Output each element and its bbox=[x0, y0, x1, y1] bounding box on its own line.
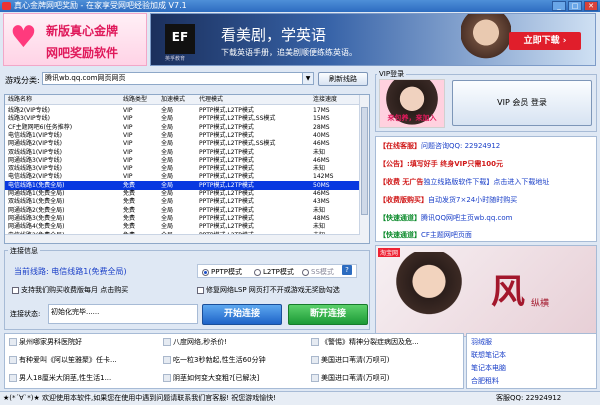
header-proxy[interactable]: 代理模式 bbox=[199, 95, 311, 105]
info-item[interactable]: 【收费版购买】自动发货7×24小时随时购买 bbox=[379, 195, 517, 205]
status-label: 连接状态: bbox=[10, 310, 41, 318]
news-item[interactable]: 阴茎如何变大变粗?[已解决] bbox=[163, 373, 259, 383]
statusbar-message: ★(*´∀`*)★ 欢迎使用本软件,如果您在使用中遇到问题请联系我们官客服! 祝… bbox=[3, 394, 277, 402]
filter-label: 游戏分类: bbox=[5, 76, 40, 85]
window-controls: _ □ ✕ bbox=[552, 1, 598, 11]
statusbar-qq: 客服QQ: 22924912 bbox=[496, 394, 562, 402]
thumbnail-icon bbox=[9, 356, 17, 364]
link-item[interactable]: 联想笔记本 bbox=[471, 350, 506, 360]
banner-left-line1: 新版真心金牌 bbox=[46, 24, 119, 38]
thumbnail-icon bbox=[9, 374, 17, 382]
banner-left-ad[interactable]: ♥ 新版真心金牌 网吧奖励软件 bbox=[3, 13, 147, 66]
news-item[interactable]: 男人18厘米大阴茎,性生活1... bbox=[9, 373, 111, 383]
header-accel[interactable]: 加速模式 bbox=[161, 95, 197, 105]
maximize-button[interactable]: □ bbox=[568, 1, 582, 11]
radio-dot bbox=[302, 268, 309, 276]
header-name[interactable]: 线路名称 bbox=[8, 95, 118, 105]
chevron-down-icon[interactable]: ▼ bbox=[302, 73, 313, 84]
news-item[interactable]: 美国进口苇清(万呗可) bbox=[311, 373, 389, 383]
ad-subtext: 下载英语手册，追美剧顺便练练英语。 bbox=[221, 48, 357, 57]
news-item[interactable]: 美国进口苇清(万呗可) bbox=[311, 355, 389, 365]
thumbnail-icon bbox=[163, 356, 171, 364]
side-ad-image bbox=[394, 252, 464, 336]
connection-group-title: 连接信息 bbox=[8, 246, 40, 256]
thumbnail-icon bbox=[311, 338, 319, 346]
news-item[interactable]: 有种爱叫《阿以笙雅聚》任卡... bbox=[9, 355, 117, 365]
side-ad-subtitle: 纵横 bbox=[531, 299, 550, 309]
header-speed[interactable]: 连接速度 bbox=[313, 95, 359, 105]
ad-headline: 看美剧，学英语 bbox=[221, 26, 327, 44]
radio-dot bbox=[202, 268, 209, 276]
checkbox-box bbox=[197, 286, 204, 294]
vip-login-button[interactable]: VIP 会员 登录 bbox=[452, 80, 592, 126]
info-item[interactable]: 【在线客服】问题咨询QQ: 22924912 bbox=[379, 141, 500, 151]
banner-right-ad[interactable]: EF 英孚教育 看美剧，学英语 下载英语手册，追美剧顺便练练英语。 立即下载 › bbox=[150, 13, 596, 66]
taobao-logo: 淘宝网 bbox=[378, 248, 401, 257]
radio-pptp-label: PPTP模式 bbox=[211, 268, 242, 276]
vertical-scrollbar[interactable] bbox=[359, 95, 369, 243]
news-item[interactable]: 《警惕》精神分裂症病因及危... bbox=[311, 337, 419, 347]
link-item[interactable]: 合肥租料 bbox=[471, 376, 499, 386]
thumbnail-icon bbox=[9, 338, 17, 346]
info-item[interactable]: 【快速通道】CF主题网吧页面 bbox=[379, 230, 472, 240]
header-type[interactable]: 线路类型 bbox=[123, 95, 159, 105]
game-category-select[interactable]: 腾讯wb.qq.com网页网页 ▼ bbox=[42, 72, 314, 85]
link-item[interactable]: 羽绒服 bbox=[471, 337, 492, 347]
ef-logo-sub: 英孚教育 bbox=[165, 56, 186, 62]
radio-dot bbox=[254, 268, 261, 276]
radio-ss[interactable]: SS模式 bbox=[302, 267, 334, 277]
link-item[interactable]: 笔记本电脑 bbox=[471, 363, 506, 373]
heart-icon: ♥ bbox=[10, 20, 37, 55]
minimize-button[interactable]: _ bbox=[552, 1, 566, 11]
side-ad[interactable]: 淘宝网 风 纵横 bbox=[375, 245, 597, 337]
side-ad-title: 风 bbox=[491, 272, 525, 312]
thumbnail-icon bbox=[311, 374, 319, 382]
ef-logo: EF bbox=[165, 24, 195, 54]
repair-lsp-label: 修复网络LSP 网页打不开或游戏无奖励勾选 bbox=[206, 286, 340, 294]
proxy-mode-group: PPTP模式 L2TP模式 SS模式 bbox=[197, 264, 357, 278]
vip-group-title: VIP登录 bbox=[377, 69, 407, 79]
thumbnail-icon bbox=[311, 356, 319, 364]
radio-l2tp-label: L2TP模式 bbox=[263, 268, 294, 276]
app-icon bbox=[2, 2, 11, 10]
info-item[interactable]: 【公告】:填写好手 终身VIP只需100元 bbox=[379, 159, 503, 169]
title-bar: 真心金牌网吧奖励 - 在家享受网吧经验加成 V7.1 bbox=[0, 0, 600, 12]
horizontal-scrollbar[interactable] bbox=[5, 234, 360, 243]
news-item[interactable]: 八度网络,秒杀价! bbox=[163, 337, 227, 347]
buy-checkbox[interactable]: 支持我们购买收费版每月 点击购买 bbox=[12, 285, 128, 295]
refresh-lines-button[interactable]: 刷新线路 bbox=[318, 72, 368, 86]
status-bar: ★(*´∀`*)★ 欢迎使用本软件,如果您在使用中遇到问题请联系我们官客服! 祝… bbox=[0, 391, 600, 405]
news-item[interactable]: 泉州哪家男科医院好 bbox=[9, 337, 82, 347]
table-header: 线路名称 线路类型 加速模式 代理模式 连接速度 bbox=[5, 95, 360, 105]
checkbox-box bbox=[12, 286, 19, 294]
info-panel: 【在线客服】问题咨询QQ: 22924912 【公告】:填写好手 终身VIP只需… bbox=[375, 136, 597, 242]
news-item[interactable]: 吃一粒3秒勃起,性生活60分钟 bbox=[163, 355, 266, 365]
game-category-value: 腾讯wb.qq.com网页网页 bbox=[45, 74, 126, 82]
radio-ss-label: SS模式 bbox=[311, 268, 334, 276]
info-item[interactable]: 【快速通道】腾讯QQ网吧主页wb.qq.com bbox=[379, 213, 512, 223]
radio-l2tp[interactable]: L2TP模式 bbox=[254, 267, 294, 277]
window-title: 真心金牌网吧奖励 - 在家享受网吧经验加成 V7.1 bbox=[14, 1, 187, 10]
start-connect-button[interactable]: 开始连接 bbox=[202, 304, 282, 325]
banner-left-line2: 网吧奖励软件 bbox=[46, 46, 119, 60]
close-button[interactable]: ✕ bbox=[584, 1, 598, 11]
help-icon[interactable]: ? bbox=[342, 265, 352, 275]
info-item[interactable]: 【收费 无广告独立线路版软件下载】点击进入下载地址 bbox=[379, 177, 549, 187]
disconnect-button[interactable]: 断开连接 bbox=[288, 304, 368, 325]
scroll-thumb[interactable] bbox=[361, 107, 368, 215]
thumbnail-icon bbox=[163, 374, 171, 382]
vip-promo-text: 来包养，来加入 bbox=[387, 114, 437, 122]
ad-person-image bbox=[461, 14, 511, 65]
news-panel: 泉州哪家男科医院好 八度网络,秒杀价! 《警惕》精神分裂症病因及危... 有种爱… bbox=[4, 333, 464, 389]
radio-pptp[interactable]: PPTP模式 bbox=[202, 267, 242, 277]
current-line: 当前线路: 电信线路1(免费全局) bbox=[14, 267, 127, 276]
status-output: 初始化完毕...... bbox=[48, 304, 198, 324]
links-panel: 羽绒服 联想笔记本 笔记本电脑 合肥租料 bbox=[466, 333, 597, 389]
ad-download-button[interactable]: 立即下载 › bbox=[509, 32, 581, 50]
line-table: 线路名称 线路类型 加速模式 代理模式 连接速度 线路2(VIP专线) VIP 全局… bbox=[4, 94, 370, 244]
buy-checkbox-label: 支持我们购买收费版每月 点击购买 bbox=[21, 286, 129, 294]
repair-lsp-checkbox[interactable]: 修复网络LSP 网页打不开或游戏无奖励勾选 bbox=[197, 285, 340, 295]
thumbnail-icon bbox=[163, 338, 171, 346]
